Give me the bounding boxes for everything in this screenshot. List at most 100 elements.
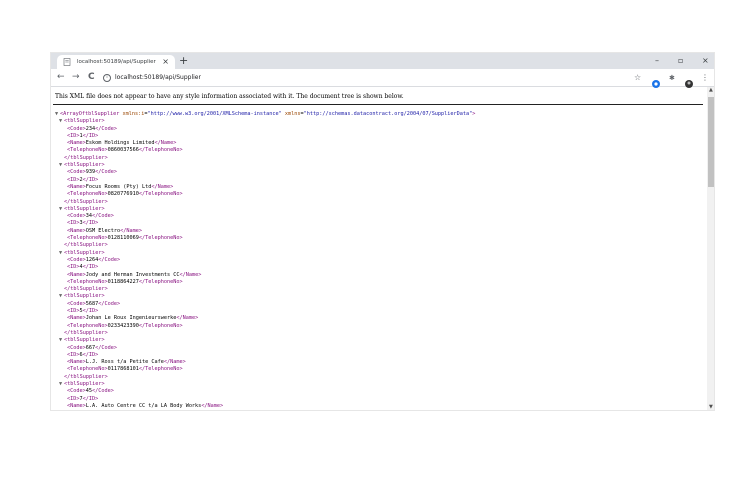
close-window-button[interactable]: × [702, 55, 709, 67]
supplier-code: 5687 [85, 300, 99, 307]
supplier-name: Eskom Holdings Limited [85, 140, 155, 147]
id-open-tag: <ID> [67, 395, 80, 402]
supplier-open-line: ▼ <tblSupplier> [55, 118, 475, 125]
code-close-tag: </Code> [92, 388, 114, 395]
tel-close-tag: </TelephoneNo> [138, 147, 183, 154]
hp-extension-icon[interactable] [652, 73, 660, 88]
back-button[interactable]: ← [57, 71, 65, 84]
attr-value: "http://schemas.datacontract.org/2004/07… [303, 111, 473, 117]
id-line: <ID>4</ID> [55, 264, 475, 271]
scroll-down-icon[interactable]: ▼ [709, 405, 713, 410]
name-line: <Name>L.A. Auto Centre CC t/a LA Body Wo… [55, 403, 475, 410]
tel-close-tag: </TelephoneNo> [138, 191, 183, 198]
tel-close-tag: </TelephoneNo> [138, 278, 183, 285]
supplier-name: OSM Electro [85, 227, 121, 234]
tel-line: <TelephoneNo></TelephoneNo> [55, 410, 475, 411]
tel-close-tag: </TelephoneNo> [138, 235, 183, 242]
forward-button[interactable]: → [72, 71, 80, 84]
name-open-tag: <Name> [67, 271, 86, 278]
root-tag-end: > [472, 111, 476, 117]
minimize-button[interactable]: – [655, 55, 659, 67]
code-line: <Code>5687</Code> [55, 301, 475, 308]
supplier-tag: <tblSupplier> [64, 337, 105, 344]
tab-title: localhost:50189/api/Supplier [77, 59, 156, 65]
attr-name: xmlns [284, 111, 301, 117]
supplier-close-line: </tblSupplier> [55, 286, 475, 293]
id-close-tag: </ID> [82, 351, 99, 358]
tel-line: <TelephoneNo>0118864227</TelephoneNo> [55, 279, 475, 286]
root-open-line: ▼ <ArrayOftblSupplier xmlns:i="http://www… [55, 111, 476, 117]
name-close-tag: </Name> [176, 315, 199, 322]
supplier-close-tag: </tblSupplier> [64, 373, 108, 380]
name-open-tag: <Name> [67, 183, 86, 190]
supplier-close-tag: </tblSupplier> [64, 286, 108, 293]
tel-open-tag: <TelephoneNo> [67, 410, 108, 411]
tel-close-tag: </TelephoneNo> [138, 322, 183, 329]
supplier-name: Jody and Herman Investments CC [85, 271, 180, 278]
tel-line: <TelephoneNo>0860037566</TelephoneNo> [55, 147, 475, 154]
id-open-tag: <ID> [67, 351, 80, 358]
puzzle-extension-icon[interactable]: ✱ [669, 72, 675, 85]
scroll-thumb[interactable] [708, 97, 714, 187]
code-line: <Code>34</Code> [55, 213, 475, 220]
supplier-tel: 0860037566 [107, 147, 139, 154]
notice-divider [53, 104, 703, 105]
id-line: <ID>6</ID> [55, 352, 475, 359]
name-open-tag: <Name> [67, 402, 86, 409]
name-line: <Name>Johan Le Roux Ingenieurswerke</Nam… [55, 315, 475, 322]
tel-line: <TelephoneNo>0820776910</TelephoneNo> [55, 191, 475, 198]
name-line: <Name>L.J. Ross t/a Petite Cafe</Name> [55, 359, 475, 366]
root-tag: <ArrayOftblSupplier [60, 111, 120, 117]
code-close-tag: </Code> [98, 300, 121, 307]
supplier-close-tag: </tblSupplier> [64, 242, 108, 249]
tel-open-tag: <TelephoneNo> [67, 366, 108, 373]
name-open-tag: <Name> [67, 227, 86, 234]
tab-strip: localhost:50189/api/Supplier × + – ▫ × [51, 53, 714, 69]
code-open-tag: <Code> [67, 256, 86, 263]
supplier-open-line: ▼ <tblSupplier> [55, 162, 475, 169]
attr-name: xmlns:i [122, 111, 145, 117]
page-content: This XML file does not appear to have an… [51, 87, 707, 411]
tel-line: <TelephoneNo>0117868101</TelephoneNo> [55, 366, 475, 373]
name-open-tag: <Name> [67, 140, 86, 147]
site-info-icon[interactable]: i [103, 73, 111, 82]
scroll-up-icon[interactable]: ▲ [709, 88, 713, 93]
code-open-tag: <Code> [67, 300, 86, 307]
code-line: <Code>1264</Code> [55, 257, 475, 264]
close-tab-icon[interactable]: × [162, 56, 169, 68]
supplier-tel: 0128110069 [107, 235, 139, 242]
reload-button[interactable]: C [88, 71, 95, 84]
star-icon[interactable]: ☆ [634, 71, 641, 84]
supplier-tel: 0117868101 [107, 366, 139, 373]
supplier-open-line: ▼ <tblSupplier> [55, 337, 475, 344]
supplier-close-line: </tblSupplier> [55, 199, 475, 206]
supplier-name: Focus Rooms (Pty) Ltd [85, 183, 152, 190]
supplier-code: 939 [85, 169, 96, 176]
id-close-tag: </ID> [82, 308, 99, 315]
profile-avatar-icon[interactable] [685, 73, 693, 88]
tel-line: <TelephoneNo>0128110069</TelephoneNo> [55, 235, 475, 242]
code-close-tag: </Code> [98, 256, 121, 263]
supplier-close-line: </tblSupplier> [55, 242, 475, 249]
code-line: <Code>939</Code> [55, 169, 475, 176]
id-line: <ID>2</ID> [55, 177, 475, 184]
code-open-tag: <Code> [67, 344, 86, 351]
supplier-close-tag: </tblSupplier> [64, 198, 108, 205]
name-line: <Name>Jody and Herman Investments CC</Na… [55, 272, 475, 279]
name-close-tag: </Name> [201, 402, 224, 409]
xml-notice: This XML file does not appear to have an… [55, 93, 404, 100]
new-tab-button[interactable]: + [179, 54, 188, 68]
supplier-close-line: </tblSupplier> [55, 155, 475, 162]
id-line: <ID>7</ID> [55, 396, 475, 403]
supplier-code: 234 [85, 125, 96, 132]
address-bar[interactable]: i localhost:50189/api/Supplier [103, 73, 201, 82]
supplier-close-tag: </tblSupplier> [64, 329, 108, 336]
supplier-list: ▼ <tblSupplier> <Code>234</Code> <ID>1</ID>… [55, 118, 475, 411]
code-close-tag: </Code> [95, 344, 117, 351]
browser-tab[interactable]: localhost:50189/api/Supplier × [57, 55, 175, 69]
vertical-scrollbar[interactable]: ▲ ▼ [707, 87, 714, 410]
maximize-button[interactable]: ▫ [678, 55, 683, 67]
menu-icon[interactable]: ⋮ [701, 71, 709, 84]
supplier-tag: <tblSupplier> [64, 249, 105, 256]
id-line: <ID>5</ID> [55, 308, 475, 315]
